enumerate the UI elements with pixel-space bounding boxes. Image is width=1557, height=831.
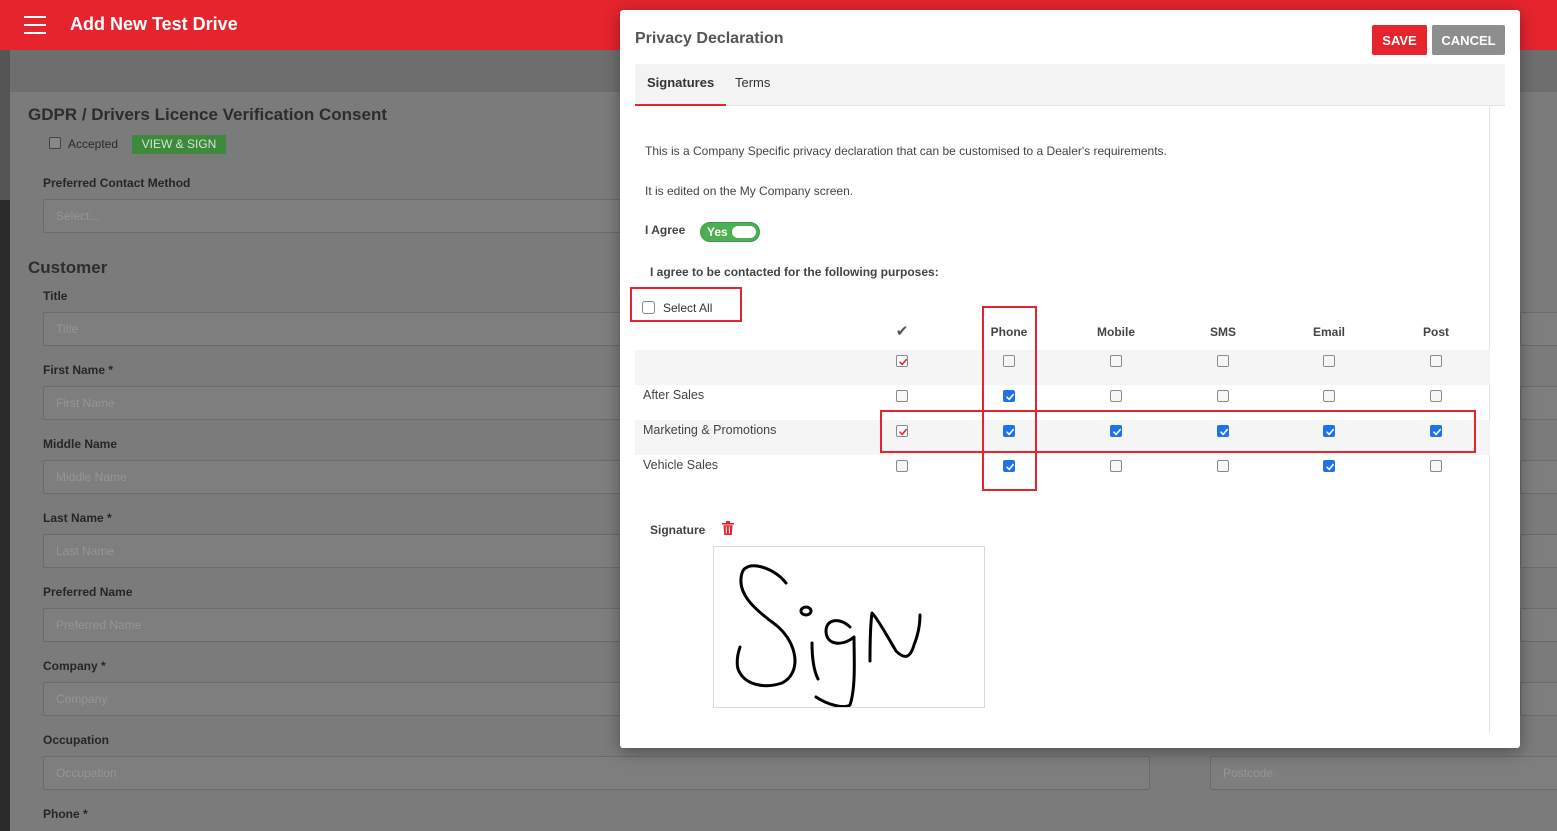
modal-tabs: Signatures Terms xyxy=(635,64,1505,106)
row-label-vehicle-sales: Vehicle Sales xyxy=(643,458,719,472)
phone-label: Phone * xyxy=(43,807,88,821)
title-input-right[interactable] xyxy=(1520,312,1557,346)
last-name-input[interactable]: Last Name xyxy=(43,534,628,568)
last-name-label: Last Name * xyxy=(43,511,112,525)
trash-icon[interactable] xyxy=(722,521,734,535)
title-input[interactable]: Title xyxy=(43,312,628,346)
checkbox-vehicle-sales-sms[interactable] xyxy=(1217,460,1229,472)
company-label: Company * xyxy=(43,659,106,673)
accepted-checkbox[interactable] xyxy=(49,137,61,149)
preferred-contact-label: Preferred Contact Method xyxy=(43,176,191,190)
consent-heading: GDPR / Drivers Licence Verification Cons… xyxy=(28,105,388,124)
postcode-input[interactable]: Postcode xyxy=(1210,756,1557,790)
last-name-input-right[interactable] xyxy=(1520,534,1557,568)
occupation-label: Occupation xyxy=(43,733,110,747)
signature-label: Signature xyxy=(650,523,706,537)
menu-icon[interactable] xyxy=(24,16,46,34)
checkbox-after-sales-sms[interactable] xyxy=(1217,390,1229,402)
select-all-label: Select All xyxy=(663,301,713,315)
modal-title: Privacy Declaration xyxy=(635,30,784,47)
app-title: Add New Test Drive xyxy=(70,14,238,34)
signature-pad[interactable] xyxy=(713,546,985,708)
toggle-knob xyxy=(732,226,756,238)
agree-toggle[interactable]: Yes xyxy=(700,222,760,242)
row-header-bg xyxy=(635,350,1490,385)
checkbox-header-all[interactable] xyxy=(896,355,908,367)
save-button[interactable]: SAVE xyxy=(1372,25,1427,55)
tab-terms[interactable]: Terms xyxy=(723,64,782,106)
left-rail-accent xyxy=(0,50,10,200)
preferred-name-input-right[interactable] xyxy=(1520,608,1557,642)
cancel-button[interactable]: CANCEL xyxy=(1432,25,1505,55)
privacy-declaration-modal: Privacy Declaration SAVE CANCEL Signatur… xyxy=(620,10,1520,748)
column-sms: SMS xyxy=(1209,325,1236,339)
middle-name-label: Middle Name xyxy=(43,437,118,451)
company-input[interactable]: Company xyxy=(43,682,628,716)
middle-name-input[interactable]: Middle Name xyxy=(43,460,628,494)
checkbox-header-sms[interactable] xyxy=(1217,355,1229,367)
select-all-highlight: Select All xyxy=(630,287,742,322)
marketing-row-highlight xyxy=(880,410,1476,453)
purposes-label: I agree to be contacted for the followin… xyxy=(650,265,939,279)
checkbox-after-sales-post[interactable] xyxy=(1430,390,1442,402)
occupation-input[interactable]: Occupation xyxy=(43,756,1150,790)
checkbox-vehicle-sales-post[interactable] xyxy=(1430,460,1442,472)
preferred-contact-select[interactable]: Select... xyxy=(43,199,628,233)
first-name-input-right[interactable] xyxy=(1520,386,1557,420)
column-post: Post xyxy=(1422,325,1449,339)
signature-drawing xyxy=(735,564,922,707)
company-input-right[interactable] xyxy=(1520,682,1557,716)
first-name-label: First Name * xyxy=(43,363,114,377)
intro-text: This is a Company Specific privacy decla… xyxy=(645,144,1167,158)
first-name-input[interactable]: First Name xyxy=(43,386,628,420)
checkbox-header-email[interactable] xyxy=(1323,355,1335,367)
column-mobile: Mobile xyxy=(1097,325,1135,339)
edited-note: It is edited on the My Company screen. xyxy=(645,184,854,198)
column-email: Email xyxy=(1312,325,1345,339)
accepted-label: Accepted xyxy=(68,137,119,151)
row-label-after-sales: After Sales xyxy=(643,388,705,402)
checkbox-vehicle-sales-email[interactable] xyxy=(1323,460,1335,472)
middle-name-input-right[interactable] xyxy=(1520,460,1557,494)
phone-column-highlight xyxy=(982,306,1037,491)
checkbox-after-sales-mobile[interactable] xyxy=(1110,390,1122,402)
checkbox-after-sales-all[interactable] xyxy=(896,390,908,402)
agree-toggle-label: Yes xyxy=(707,225,728,239)
checkbox-vehicle-sales-all[interactable] xyxy=(896,460,908,472)
checkbox-vehicle-sales-mobile[interactable] xyxy=(1110,460,1122,472)
preferred-name-input[interactable]: Preferred Name xyxy=(43,608,628,642)
view-sign-button[interactable]: VIEW & SIGN xyxy=(132,135,226,154)
customer-heading: Customer xyxy=(28,258,108,277)
title-label: Title xyxy=(43,289,68,303)
preferred-name-label: Preferred Name xyxy=(43,585,133,599)
check-column-icon: ✔ xyxy=(895,323,909,340)
checkbox-after-sales-email[interactable] xyxy=(1323,390,1335,402)
tab-signatures[interactable]: Signatures xyxy=(635,64,727,106)
row-label-marketing: Marketing & Promotions xyxy=(643,423,777,437)
checkbox-header-mobile[interactable] xyxy=(1110,355,1122,367)
agree-label: I Agree xyxy=(645,223,686,237)
checkbox-header-post[interactable] xyxy=(1430,355,1442,367)
select-all-checkbox[interactable] xyxy=(642,301,655,314)
